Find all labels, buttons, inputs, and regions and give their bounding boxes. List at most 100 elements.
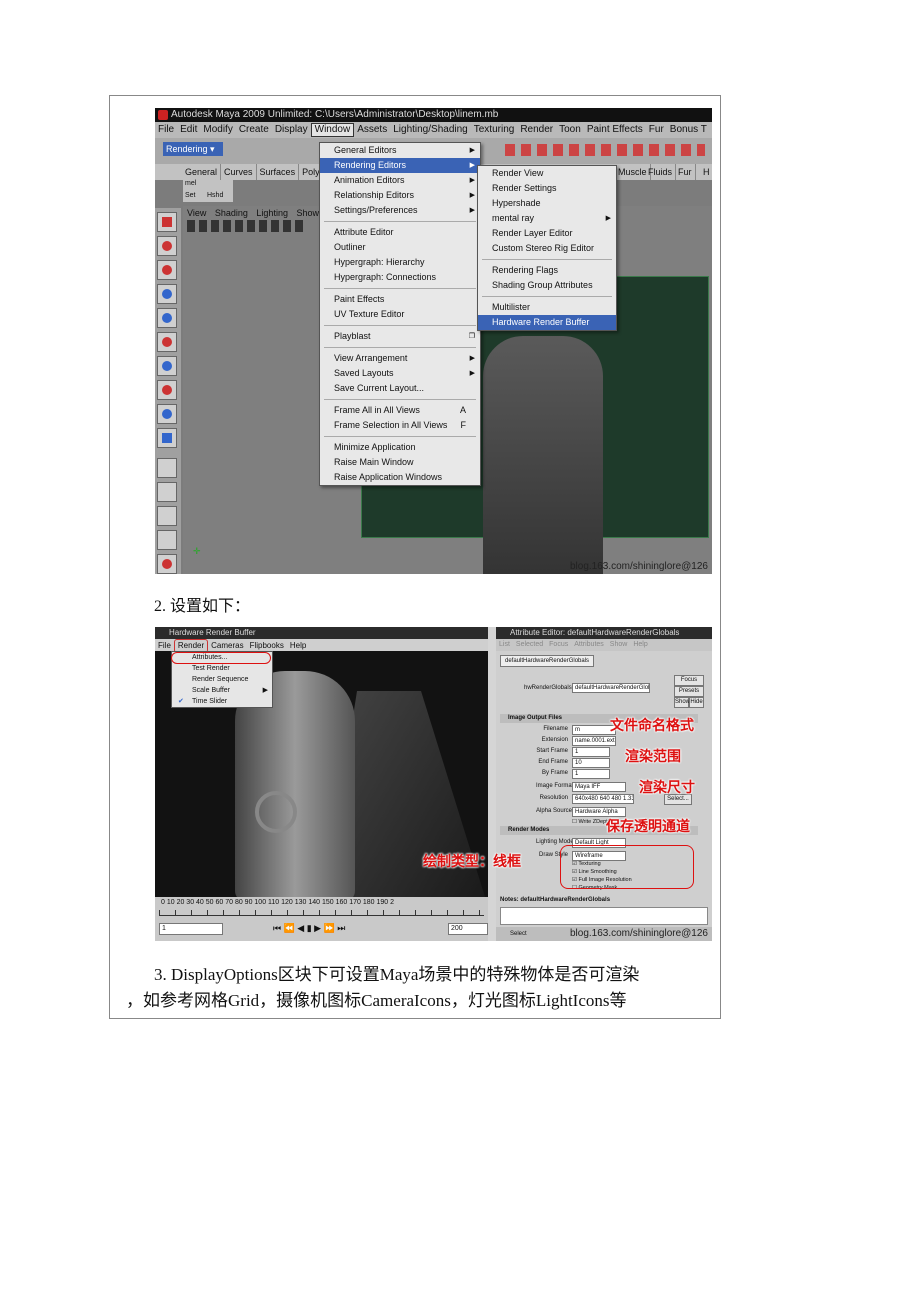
- ae-menu-focus[interactable]: Focus: [549, 641, 568, 648]
- panel-menu-show[interactable]: Show: [296, 208, 319, 218]
- range-start-field[interactable]: 1: [159, 923, 223, 935]
- menu-item-scale-buffer[interactable]: Scale Buffer ▶: [172, 685, 272, 696]
- paint-tool-icon[interactable]: [157, 260, 177, 280]
- menu-file[interactable]: File: [155, 122, 177, 138]
- time-slider[interactable]: 0 10 20 30 40 50 60 70 80 90 100 110 120…: [155, 897, 488, 941]
- extension-dropdown[interactable]: name.0001.ext: [572, 736, 616, 746]
- menu-item-render-layer-editor[interactable]: Render Layer Editor: [478, 226, 616, 241]
- menu-item-render-view[interactable]: Render View: [478, 166, 616, 181]
- layout-hypershade-icon[interactable]: [157, 554, 177, 574]
- layout-single-icon[interactable]: [157, 458, 177, 478]
- ae-menu-list[interactable]: List: [499, 641, 510, 648]
- menu-item-view-arrangement[interactable]: View Arrangement ▶: [320, 351, 480, 366]
- manipulator-tool-icon[interactable]: [157, 356, 177, 376]
- ae-menu-help[interactable]: Help: [633, 641, 647, 648]
- presets-button[interactable]: Presets: [674, 686, 704, 697]
- menu-item-settings-preferences[interactable]: Settings/Preferences ▶: [320, 203, 480, 218]
- shelf-tab-curves[interactable]: Curves: [221, 164, 257, 180]
- menu-window[interactable]: Window: [310, 123, 355, 137]
- rotate-tool-icon[interactable]: [157, 308, 177, 328]
- last-tool-icon[interactable]: [157, 428, 177, 448]
- show-manipulator-icon[interactable]: [157, 404, 177, 424]
- menu-item-paint-effects[interactable]: Paint Effects: [320, 292, 480, 307]
- menu-item-mental-ray[interactable]: mental ray ▶: [478, 211, 616, 226]
- menu-item-render-sequence[interactable]: Render Sequence: [172, 674, 272, 685]
- menu-item-multilister[interactable]: Multilister: [478, 300, 616, 315]
- shelf-tab-fluids[interactable]: Fluids: [645, 164, 677, 180]
- shelf-tab-fur[interactable]: Fur: [675, 164, 696, 180]
- menu-texturing[interactable]: Texturing: [471, 122, 518, 138]
- menu-item-relationship-editors[interactable]: Relationship Editors ▶: [320, 188, 480, 203]
- write-zdepth-checkbox[interactable]: ☐ Write ZDepth: [572, 819, 611, 825]
- menu-item-raise-application-windows[interactable]: Raise Application Windows: [320, 470, 480, 485]
- menu-item-custom-stereo-rig-editor[interactable]: Custom Stereo Rig Editor: [478, 241, 616, 256]
- start-frame-field[interactable]: 1: [572, 747, 610, 757]
- menu-item-save-current-layout[interactable]: Save Current Layout...: [320, 381, 480, 396]
- toolbar-icons[interactable]: [505, 144, 705, 156]
- focus-button[interactable]: Focus: [674, 675, 704, 686]
- menu-item-saved-layouts[interactable]: Saved Layouts ▶: [320, 366, 480, 381]
- resolution-field[interactable]: 640x480 640 480 1.333: [572, 794, 634, 804]
- menu-item-hypershade[interactable]: Hypershade: [478, 196, 616, 211]
- ae-menu-attributes[interactable]: Attributes: [574, 641, 604, 648]
- menu-item-attribute-editor[interactable]: Attribute Editor: [320, 225, 480, 240]
- menu-item-shading-group-attributes[interactable]: Shading Group Attributes: [478, 278, 616, 293]
- ae-menu-selected[interactable]: Selected: [516, 641, 543, 648]
- menu-item-time-slider[interactable]: ✔ Time Slider: [172, 696, 272, 707]
- range-end-field[interactable]: 200: [448, 923, 488, 935]
- menu-item-outliner[interactable]: Outliner: [320, 240, 480, 255]
- menu-bonus-tools[interactable]: Bonus T: [667, 122, 710, 138]
- panel-menu-view[interactable]: View: [187, 208, 206, 218]
- menu-item-test-render[interactable]: Test Render: [172, 663, 272, 674]
- show-button[interactable]: Show: [674, 697, 690, 708]
- playback-controls[interactable]: ⏮ ⏪ ◀ ▮ ▶ ⏩ ⏭: [273, 923, 345, 934]
- node-name-field[interactable]: defaultHardwareRenderGlobals: [572, 683, 650, 693]
- menu-modify[interactable]: Modify: [200, 122, 235, 138]
- menu-item-rendering-flags[interactable]: Rendering Flags: [478, 263, 616, 278]
- panel-menu-lighting[interactable]: Lighting: [256, 208, 288, 218]
- menu-item-raise-main-window[interactable]: Raise Main Window: [320, 455, 480, 470]
- menu-item-minimize-application[interactable]: Minimize Application: [320, 440, 480, 455]
- notes-field[interactable]: [500, 907, 708, 925]
- soft-mod-tool-icon[interactable]: [157, 380, 177, 400]
- menu-toon[interactable]: Toon: [556, 122, 584, 138]
- layout-four-icon[interactable]: [157, 482, 177, 502]
- panel-menu-shading[interactable]: Shading: [215, 208, 248, 218]
- menu-item-general-editors[interactable]: General Editors ▶: [320, 143, 480, 158]
- lasso-tool-icon[interactable]: [157, 236, 177, 256]
- menu-item-playblast[interactable]: Playblast ❐: [320, 329, 480, 344]
- menu-fur[interactable]: Fur: [646, 122, 667, 138]
- by-frame-field[interactable]: 1: [572, 769, 610, 779]
- menu-item-animation-editors[interactable]: Animation Editors ▶: [320, 173, 480, 188]
- image-format-dropdown[interactable]: Maya IFF: [572, 782, 626, 792]
- menu-item-uv-texture-editor[interactable]: UV Texture Editor: [320, 307, 480, 322]
- menu-paint-effects[interactable]: Paint Effects: [584, 122, 646, 138]
- select-button[interactable]: Select: [510, 931, 527, 937]
- menu-lighting-shading[interactable]: Lighting/Shading: [390, 122, 471, 138]
- menu-item-frame-all[interactable]: Frame All in All Views A: [320, 403, 480, 418]
- menu-render[interactable]: Render: [517, 122, 556, 138]
- menu-item-rendering-editors[interactable]: Rendering Editors ▶: [320, 158, 480, 173]
- hshd-button[interactable]: Hshd: [207, 192, 223, 199]
- shelf-tab-general[interactable]: General: [155, 164, 222, 180]
- select-tool-icon[interactable]: [157, 212, 177, 232]
- menu-edit[interactable]: Edit: [177, 122, 200, 138]
- menu-assets[interactable]: Assets: [354, 122, 390, 138]
- menu-item-hypergraph-hierarchy[interactable]: Hypergraph: Hierarchy: [320, 255, 480, 270]
- mode-dropdown[interactable]: Rendering ▾: [163, 142, 223, 156]
- set-button[interactable]: Set: [185, 192, 196, 199]
- shelf-tab-surfaces[interactable]: Surfaces: [257, 164, 300, 180]
- menu-create[interactable]: Create: [236, 122, 272, 138]
- mel-button[interactable]: mel: [185, 180, 196, 187]
- menu-item-render-settings[interactable]: Render Settings: [478, 181, 616, 196]
- layout-outliner-icon[interactable]: [157, 530, 177, 550]
- ae-menu-show[interactable]: Show: [610, 641, 628, 648]
- ae-node-tab[interactable]: defaultHardwareRenderGlobals: [500, 655, 595, 667]
- panel-toolbar-icons[interactable]: [187, 220, 307, 232]
- menu-item-hypergraph-connections[interactable]: Hypergraph: Connections: [320, 270, 480, 285]
- menu-item-frame-selection[interactable]: Frame Selection in All Views F: [320, 418, 480, 433]
- move-tool-icon[interactable]: [157, 284, 177, 304]
- end-frame-field[interactable]: 10: [572, 758, 610, 768]
- hide-button[interactable]: Hide: [689, 697, 704, 708]
- menu-display[interactable]: Display: [272, 122, 311, 138]
